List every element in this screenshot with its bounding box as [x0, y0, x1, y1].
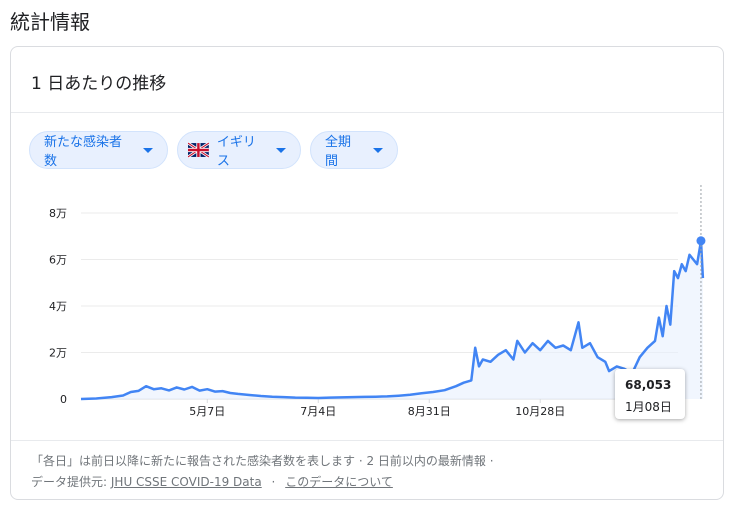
card-header: 1 日あたりの推移 — [11, 47, 723, 113]
tooltip-value: 68,053 — [625, 378, 672, 392]
highlight-point — [696, 236, 706, 246]
tooltip-date: 1月08日 — [625, 400, 672, 414]
y-tick-label: 4万 — [49, 300, 67, 313]
page-title: 統計情報 — [10, 10, 90, 34]
region-dropdown[interactable]: イギリス — [177, 131, 301, 169]
metric-label: 新たな感染者数 — [44, 135, 123, 169]
chart-tooltip: 68,053 1月08日 — [615, 369, 685, 419]
y-tick-label: 2万 — [49, 347, 67, 360]
period-label: 全期間 — [325, 135, 352, 169]
chevron-down-icon — [276, 147, 286, 153]
uk-flag-icon — [188, 142, 209, 158]
y-tick-label: 0 — [60, 393, 67, 406]
series-area — [81, 240, 703, 399]
y-tick-label: 8万 — [49, 207, 67, 220]
footer-separator: · — [271, 475, 276, 489]
footer-source: データ提供元: JHU CSSE COVID-19 Data · このデータにつ… — [31, 472, 494, 493]
x-tick-label: 10月28日 — [515, 405, 565, 417]
x-tick-label: 8月31日 — [408, 405, 451, 417]
chevron-down-icon — [373, 147, 383, 153]
period-dropdown[interactable]: 全期間 — [310, 131, 398, 169]
region-label: イギリス — [216, 135, 256, 169]
y-tick-label: 6万 — [49, 254, 67, 267]
stats-card: 1 日あたりの推移 新たな感染者数 イギリス 全期間 0 2万 4万 6万 8万 5月7日… — [10, 46, 724, 500]
card-title: 1 日あたりの推移 — [31, 74, 167, 94]
chevron-down-icon — [143, 147, 153, 153]
x-tick-label: 7月4日 — [300, 405, 336, 417]
footer-divider — [11, 440, 723, 441]
footer: 「各日」は前日以降に新たに報告された感染者数を表します · 2 日前以内の最新情… — [31, 451, 494, 493]
source-prefix: データ提供元: — [31, 475, 108, 489]
about-data-link[interactable]: このデータについて — [285, 475, 393, 489]
metric-dropdown[interactable]: 新たな感染者数 — [29, 131, 168, 169]
source-link[interactable]: JHU CSSE COVID-19 Data — [111, 475, 262, 489]
x-tick-label: 5月7日 — [189, 405, 225, 417]
footer-note: 「各日」は前日以降に新たに報告された感染者数を表します · 2 日前以内の最新情… — [31, 454, 494, 468]
